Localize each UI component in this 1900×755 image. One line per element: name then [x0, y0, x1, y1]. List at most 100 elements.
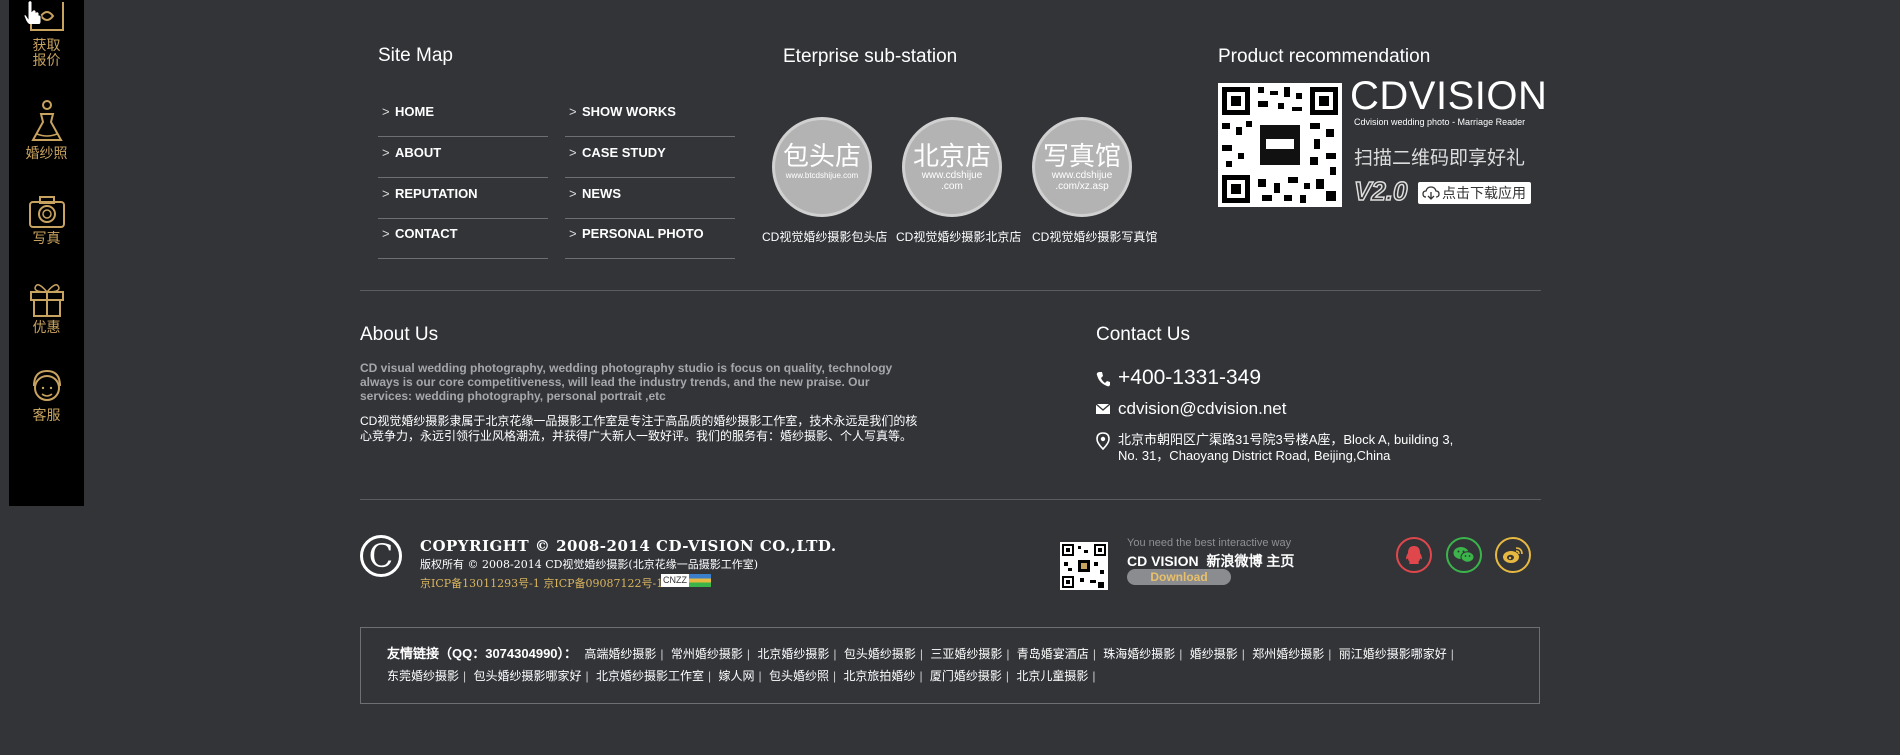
- about-text-en: CD visual wedding photography, wedding p…: [360, 361, 893, 403]
- interactive-text: You need the best interactive way: [1127, 537, 1292, 549]
- contact-title: Contact Us: [1096, 324, 1190, 345]
- camera-icon: [28, 196, 65, 228]
- friend-link[interactable]: 包头婚纱摄影: [844, 647, 916, 661]
- sitemap-link-contact[interactable]: > CONTACT: [378, 218, 548, 259]
- friend-link[interactable]: 包头婚纱摄影哪家好: [473, 669, 581, 683]
- sitemap-link-about[interactable]: > ABOUT: [378, 137, 548, 178]
- substation-title: Eterprise sub-station: [783, 46, 958, 67]
- link-label: CASE STUDY: [582, 145, 666, 160]
- friend-link[interactable]: 高端婚纱摄影: [584, 647, 656, 661]
- station-name: 包头店: [782, 141, 861, 171]
- link-label: CONTACT: [395, 226, 458, 241]
- station-url: www.btcdshijue.com: [785, 171, 859, 180]
- contact-phone-value: +400-1331-349: [1118, 366, 1262, 389]
- friend-link[interactable]: 三亚婚纱摄影: [930, 647, 1002, 661]
- sitemap-link-news[interactable]: > NEWS: [565, 178, 735, 219]
- about-text-cn: CD视觉婚纱摄影隶属于北京花缘一品摄影工作室是专注于高品质的婚纱摄影工作室，技术…: [360, 414, 918, 443]
- location-pin-icon: [1096, 432, 1110, 450]
- sitemap-link-personal-photo[interactable]: > PERSONAL PHOTO: [565, 218, 735, 259]
- sitemap-link-show-works[interactable]: > SHOW WORKS: [565, 96, 735, 137]
- about-title: About Us: [360, 324, 439, 345]
- friend-links-label: 友情链接（QQ：3074304990）：: [387, 646, 578, 661]
- friend-link[interactable]: 青岛婚宴酒店: [1017, 647, 1089, 661]
- friend-link[interactable]: 常州婚纱摄影: [671, 647, 743, 661]
- product-brand: CDVISION: [1350, 74, 1548, 118]
- station-url: www.cdshijue .com: [921, 170, 983, 192]
- sitemap-title: Site Map: [378, 45, 453, 66]
- friend-link[interactable]: 珠海婚纱摄影: [1103, 647, 1175, 661]
- station-url: www.cdshijue .com/xz.asp: [1051, 170, 1113, 192]
- link-label: HOME: [395, 104, 434, 119]
- station-name: 北京店: [912, 141, 991, 171]
- friend-link[interactable]: 婚纱摄影: [1190, 647, 1238, 661]
- icp-text[interactable]: 京ICP备13011293号-1 京ICP备09087122号-1: [420, 575, 663, 591]
- floating-sidebar: 获取 报价 婚纱照 写真 优惠 客服: [9, 0, 84, 506]
- section-divider: [360, 499, 1541, 500]
- friend-links-box: 友情链接（QQ：3074304990）： 高端婚纱摄影 | 常州婚纱摄影 | 北京婚…: [360, 627, 1540, 704]
- link-label: REPUTATION: [395, 186, 478, 201]
- weibo-link[interactable]: CD VISION 新浪微博 主页: [1127, 551, 1294, 571]
- sidebar-item-wedding[interactable]: 婚纱照: [9, 100, 84, 161]
- link-label: NEWS: [582, 186, 621, 201]
- link-label: PERSONAL PHOTO: [582, 226, 704, 241]
- copyright-text: COPYRIGHT © 2008-2014 CD-VISION CO.,LTD.: [420, 537, 837, 555]
- weibo-button[interactable]: [1495, 537, 1531, 573]
- sidebar-item-label: 婚纱照: [25, 145, 68, 161]
- sitemap-link-reputation[interactable]: > REPUTATION: [378, 178, 548, 219]
- friend-link[interactable]: 北京婚纱摄影: [757, 647, 829, 661]
- friend-link[interactable]: 包头婚纱照: [769, 669, 829, 683]
- contact-address-value: 北京市朝阳区广渠路31号院3号楼A座，Block A, building 3, …: [1118, 432, 1454, 463]
- product-version: V2.0: [1353, 176, 1408, 206]
- download-button[interactable]: Download: [1127, 569, 1231, 585]
- copyright-icon: C: [360, 535, 402, 577]
- product-scan-text: 扫描二维码即享好礼: [1354, 148, 1526, 169]
- sitemap-link-case-study[interactable]: > CASE STUDY: [565, 137, 735, 178]
- download-app-button[interactable]: 点击下载应用: [1418, 182, 1531, 204]
- sitemap-link-home[interactable]: > HOME: [378, 96, 548, 137]
- wechat-button[interactable]: [1446, 537, 1482, 573]
- sidebar-item-label: 写真: [32, 230, 61, 246]
- station-caption[interactable]: CD视觉婚纱摄影写真馆: [1032, 228, 1157, 245]
- weibo-qr-code-icon[interactable]: [1060, 542, 1108, 590]
- cnzz-badge[interactable]: CNZZ: [661, 574, 711, 587]
- qq-button[interactable]: [1396, 537, 1432, 573]
- friend-link[interactable]: 厦门婚纱摄影: [930, 669, 1002, 683]
- station-caption[interactable]: CD视觉婚纱摄影北京店: [896, 228, 1021, 245]
- phone-icon: [1096, 372, 1110, 387]
- contact-address: 北京市朝阳区广渠路31号院3号楼A座，Block A, building 3, …: [1096, 432, 1466, 464]
- weibo-brand: CD VISION: [1127, 553, 1199, 569]
- qr-code-icon[interactable]: [1218, 83, 1342, 207]
- contact-email-value: cdvision@cdvision.net: [1118, 399, 1287, 418]
- station-caption[interactable]: CD视觉婚纱摄影包头店: [762, 228, 887, 245]
- station-baotou-badge[interactable]: 包头店 www.btcdshijue.com: [772, 117, 872, 217]
- product-brand-sub: Cdvision wedding photo - Marriage Reader: [1354, 117, 1526, 127]
- download-app-label: 点击下载应用: [1442, 185, 1526, 201]
- gift-icon: [29, 284, 64, 317]
- cnzz-label: CNZZ: [663, 575, 687, 585]
- weibo-icon: [1503, 547, 1523, 563]
- cloud-download-icon: [1422, 186, 1440, 200]
- friend-link[interactable]: 北京婚纱摄影工作室: [596, 669, 704, 683]
- product-title: Product recommendation: [1218, 46, 1431, 67]
- sidebar-item-service[interactable]: 客服: [9, 368, 84, 423]
- contact-email[interactable]: cdvision@cdvision.net: [1096, 399, 1286, 419]
- station-name: 写真馆: [1042, 141, 1121, 171]
- wechat-icon: [1453, 547, 1475, 563]
- link-label: ABOUT: [395, 145, 442, 160]
- station-studio-badge[interactable]: 写真馆 www.cdshijue .com/xz.asp: [1032, 117, 1132, 217]
- friend-link[interactable]: 北京儿童摄影: [1016, 669, 1088, 683]
- sidebar-item-offers[interactable]: 优惠: [9, 280, 84, 335]
- sidebar-item-quote[interactable]: 获取 报价: [9, 2, 84, 68]
- weibo-label: 新浪微博 主页: [1206, 553, 1295, 569]
- sidebar-item-portrait[interactable]: 写真: [9, 195, 84, 246]
- hand-cursor-icon: [24, 0, 42, 24]
- friend-link[interactable]: 东莞婚纱摄影: [387, 669, 459, 683]
- friend-link[interactable]: 北京旅拍婚纱: [843, 669, 915, 683]
- friend-link[interactable]: 丽江婚纱摄影哪家好: [1339, 647, 1447, 661]
- friend-link[interactable]: 郑州婚纱摄影: [1252, 647, 1324, 661]
- friend-links-line-1: 友情链接（QQ：3074304990）： 高端婚纱摄影 | 常州婚纱摄影 | 北京婚…: [387, 646, 1454, 661]
- sidebar-item-label: 获取 报价: [32, 37, 61, 68]
- contact-phone[interactable]: +400-1331-349: [1096, 366, 1261, 390]
- station-beijing-badge[interactable]: 北京店 www.cdshijue .com: [902, 117, 1002, 217]
- friend-link[interactable]: 嫁人网: [718, 669, 754, 683]
